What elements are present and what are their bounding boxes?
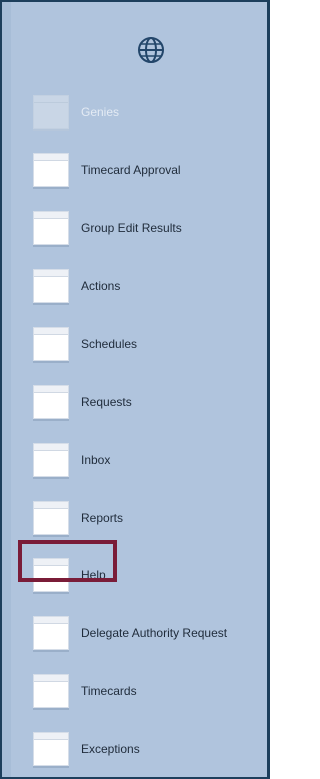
- navigation-panel: Genies Timecard Approval Group Edit Resu…: [0, 0, 270, 779]
- tile-icon: [33, 211, 69, 247]
- menu-item-timecard-approval[interactable]: Timecard Approval: [2, 151, 267, 191]
- tile-icon: [33, 443, 69, 479]
- tile-icon: [33, 153, 69, 189]
- tile-icon: [33, 327, 69, 363]
- globe-icon[interactable]: [136, 35, 166, 65]
- tile-icon: [33, 95, 69, 131]
- menu-item-schedules[interactable]: Schedules: [2, 325, 267, 365]
- menu-item-group-edit-results[interactable]: Group Edit Results: [2, 209, 267, 249]
- menu-item-delegate-authority-request[interactable]: Delegate Authority Request: [2, 614, 267, 654]
- tile-icon: [33, 674, 69, 710]
- tile-icon: [33, 269, 69, 305]
- menu-item-inbox[interactable]: Inbox: [2, 441, 267, 481]
- tile-icon: [33, 501, 69, 537]
- menu-item-label: Timecard Approval: [81, 163, 181, 177]
- tile-icon: [33, 385, 69, 421]
- menu-item-label: Genies: [81, 105, 120, 119]
- menu-item-actions[interactable]: Actions: [2, 267, 267, 307]
- menu-item-label: Reports: [81, 511, 124, 525]
- menu-item-exceptions[interactable]: Exceptions: [2, 730, 267, 770]
- menu-item-label: Requests: [81, 395, 132, 409]
- menu-item-label: Exceptions: [81, 742, 140, 756]
- menu-item-requests[interactable]: Requests: [2, 383, 267, 423]
- menu-item-genies[interactable]: Genies: [2, 93, 267, 133]
- menu-item-label: Timecards: [81, 684, 137, 698]
- menu-item-label: Schedules: [81, 337, 138, 351]
- menu-item-label: Delegate Authority Request: [81, 626, 228, 640]
- menu-item-label: Inbox: [81, 453, 111, 467]
- tile-icon: [33, 732, 69, 768]
- help-highlight-box: [18, 540, 117, 582]
- menu-item-label: Group Edit Results: [81, 221, 182, 235]
- tile-icon: [33, 616, 69, 652]
- menu-item-reports[interactable]: Reports: [2, 499, 267, 539]
- menu-item-label: Actions: [81, 279, 121, 293]
- menu-item-timecards[interactable]: Timecards: [2, 672, 267, 712]
